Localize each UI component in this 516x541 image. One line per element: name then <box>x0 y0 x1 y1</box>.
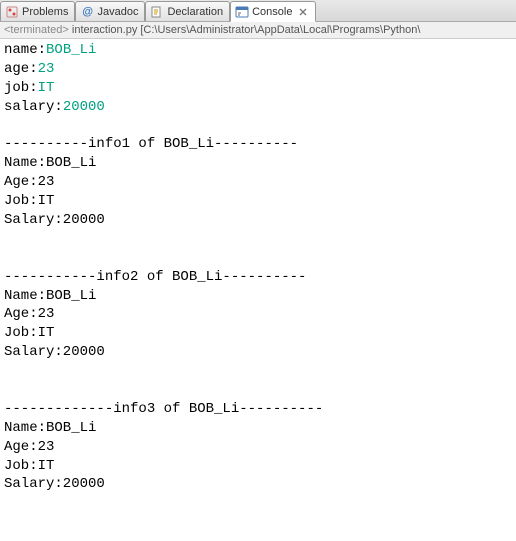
declaration-icon <box>150 5 164 19</box>
terminated-status: <terminated> <box>4 24 69 36</box>
tab-label: Declaration <box>167 6 223 18</box>
console-header: <terminated> interaction.py [C:\Users\Ad… <box>0 22 516 39</box>
problems-icon <box>5 5 19 19</box>
tab-javadoc[interactable]: @ Javadoc <box>75 1 145 21</box>
javadoc-icon: @ <box>80 5 94 19</box>
tab-declaration[interactable]: Declaration <box>145 1 230 21</box>
console-output[interactable]: name:BOB_Li age:23 job:IT salary:20000 -… <box>0 39 516 496</box>
console-icon <box>235 5 249 19</box>
tab-console[interactable]: Console <box>230 1 316 22</box>
close-icon[interactable] <box>297 6 309 18</box>
run-path: interaction.py [C:\Users\Administrator\A… <box>72 24 420 36</box>
tabs-bar: Problems @ Javadoc Declaration Console <box>0 0 516 22</box>
tab-problems[interactable]: Problems <box>0 1 75 21</box>
tab-label: Javadoc <box>97 6 138 18</box>
tab-label: Problems <box>22 6 68 18</box>
tab-label: Console <box>252 6 292 18</box>
